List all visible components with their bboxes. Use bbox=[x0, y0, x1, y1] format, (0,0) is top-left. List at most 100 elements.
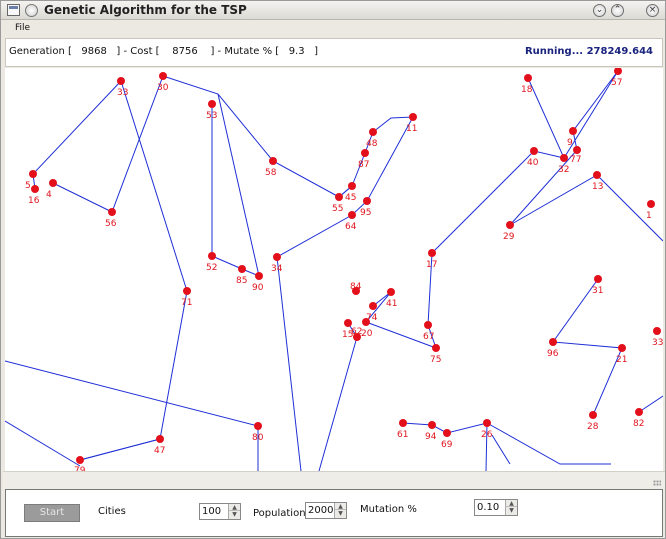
grip-icon[interactable] bbox=[653, 480, 661, 486]
city-marker bbox=[506, 221, 514, 229]
city-marker bbox=[569, 127, 577, 135]
circle-icon[interactable] bbox=[25, 4, 38, 17]
window-title: Genetic Algorithm for the TSP bbox=[44, 3, 247, 17]
city-label: 34 bbox=[271, 264, 283, 274]
city-label: 16 bbox=[28, 196, 40, 206]
city-marker bbox=[29, 170, 37, 178]
city-label: 56 bbox=[105, 219, 117, 229]
city-label: 9 bbox=[567, 138, 573, 148]
city-marker bbox=[76, 456, 84, 464]
population-label: Population bbox=[253, 508, 306, 519]
city-marker bbox=[369, 302, 377, 310]
mutation-spin-buttons: ▲ ▼ bbox=[505, 500, 517, 515]
route-segment bbox=[52, 75, 340, 213]
control-panel: Start Cities 100 ▲ ▼ Population 2000 ▲ ▼… bbox=[5, 489, 663, 537]
cities-spinner[interactable]: 100 ▲ ▼ bbox=[199, 503, 241, 520]
city-label: 32 bbox=[558, 165, 569, 175]
city-label: 69 bbox=[441, 440, 453, 450]
city-label: 13 bbox=[592, 182, 603, 192]
city-label: 30 bbox=[157, 83, 169, 93]
tour-canvas: 33 30 53 58 5 4 16 56 52 85 90 34 71 80 47 79 84 11 48 87 45… bbox=[5, 68, 663, 471]
city-label: 40 bbox=[527, 158, 539, 168]
mutation-label: Mutation % bbox=[360, 504, 417, 515]
city-label: 33 bbox=[117, 88, 128, 98]
city-marker bbox=[369, 128, 377, 136]
close-icon: × bbox=[648, 5, 657, 15]
generation-status: Generation [ 9868 ] - Cost [ 8756 ] - Mu… bbox=[9, 46, 319, 57]
city-marker bbox=[428, 249, 436, 257]
city-marker bbox=[362, 318, 370, 326]
city-label: 61 bbox=[397, 430, 408, 440]
route-segment bbox=[491, 434, 511, 465]
city-marker bbox=[432, 344, 440, 352]
population-increment-button[interactable]: ▲ bbox=[335, 503, 346, 510]
city-marker bbox=[618, 344, 626, 352]
city-marker bbox=[443, 429, 451, 437]
city-label: 17 bbox=[426, 260, 437, 270]
running-status: Running... 278249.644 bbox=[524, 46, 653, 57]
city-label: 77 bbox=[570, 155, 581, 165]
cities-increment-button[interactable]: ▲ bbox=[229, 504, 240, 511]
start-button[interactable]: Start bbox=[24, 504, 80, 522]
city-marker bbox=[530, 147, 538, 155]
chevron-down-icon: ⌄ bbox=[595, 5, 604, 15]
cities-decrement-button[interactable]: ▼ bbox=[229, 511, 240, 518]
city-label: 26 bbox=[481, 430, 493, 440]
mutation-increment-button[interactable]: ▲ bbox=[506, 500, 517, 507]
city-label: 94 bbox=[425, 432, 437, 442]
city-marker bbox=[524, 74, 532, 82]
route-segment bbox=[318, 322, 358, 471]
window-menu-icon[interactable] bbox=[7, 4, 20, 16]
close-button[interactable]: × bbox=[646, 4, 659, 17]
city-marker bbox=[348, 211, 356, 219]
tour-drawing: 33 30535854165652859034718047798411488745… bbox=[5, 68, 663, 471]
city-marker bbox=[361, 149, 369, 157]
city-label: 11 bbox=[406, 124, 417, 134]
city-label: 75 bbox=[430, 355, 441, 365]
city-marker bbox=[594, 275, 602, 283]
mutation-decrement-button[interactable]: ▼ bbox=[506, 507, 517, 514]
population-value[interactable]: 2000 bbox=[308, 505, 333, 516]
city-marker bbox=[428, 421, 436, 429]
cities-spin-buttons: ▲ ▼ bbox=[228, 504, 240, 519]
city-marker bbox=[593, 171, 601, 179]
city-marker bbox=[255, 272, 263, 280]
menu-bar: File bbox=[1, 20, 665, 37]
city-label: 85 bbox=[236, 276, 247, 286]
city-label: 87 bbox=[358, 160, 369, 170]
city-marker bbox=[399, 419, 407, 427]
city-marker bbox=[363, 197, 371, 205]
city-label: 20 bbox=[361, 329, 373, 339]
city-label: 71 bbox=[181, 298, 192, 308]
title-bar[interactable]: Genetic Algorithm for the TSP ⌄ ⌃ × bbox=[1, 1, 665, 20]
mutation-spinner[interactable]: 0.10 ▲ ▼ bbox=[474, 499, 518, 516]
city-label: 18 bbox=[521, 85, 533, 95]
cities-value[interactable]: 100 bbox=[202, 506, 221, 517]
city-marker bbox=[273, 253, 281, 261]
population-decrement-button[interactable]: ▼ bbox=[335, 510, 346, 517]
route-segment bbox=[5, 360, 259, 471]
population-spinner[interactable]: 2000 ▲ ▼ bbox=[305, 502, 347, 519]
route-segment bbox=[211, 104, 260, 277]
status-panel: Generation [ 9868 ] - Cost [ 8756 ] - Mu… bbox=[5, 38, 663, 67]
city-marker bbox=[560, 154, 568, 162]
city-label: 55 bbox=[332, 204, 343, 214]
panel-splitter[interactable] bbox=[3, 471, 665, 489]
restore-button[interactable]: ⌃ bbox=[611, 4, 624, 17]
route-segment bbox=[276, 256, 302, 471]
city-marker bbox=[653, 327, 661, 335]
city-label: 45 bbox=[345, 193, 356, 203]
population-spin-buttons: ▲ ▼ bbox=[334, 503, 346, 518]
city-marker bbox=[549, 338, 557, 346]
city-label: 52 bbox=[206, 263, 217, 273]
city-marker bbox=[573, 146, 581, 154]
route-segment bbox=[638, 395, 663, 413]
city-label: 90 bbox=[252, 283, 264, 293]
minimize-button[interactable]: ⌄ bbox=[593, 4, 606, 17]
mutation-value[interactable]: 0.10 bbox=[477, 502, 499, 513]
menu-file[interactable]: File bbox=[15, 23, 30, 33]
route-segment bbox=[79, 438, 161, 461]
chevron-up-icon: ⌃ bbox=[613, 5, 622, 15]
cities-label: Cities bbox=[98, 506, 126, 517]
route-segment bbox=[276, 116, 414, 258]
